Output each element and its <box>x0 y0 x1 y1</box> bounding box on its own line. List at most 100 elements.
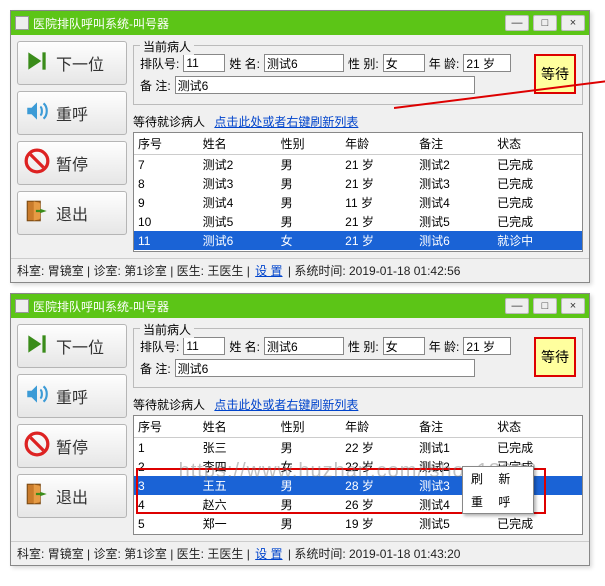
maximize-button[interactable]: □ <box>533 298 557 314</box>
waiting-label: 等待就诊病人 <box>133 115 205 129</box>
table-row[interactable]: 9测试4男11 岁测试4已完成 <box>134 193 582 212</box>
col-header[interactable]: 年龄 <box>341 416 415 438</box>
exit-button[interactable]: 退出 <box>17 474 127 518</box>
next-button[interactable]: 下一位 <box>17 324 127 368</box>
maximize-button[interactable]: □ <box>533 15 557 31</box>
col-header[interactable]: 序号 <box>134 133 199 155</box>
dept-label: 科室: <box>17 264 44 278</box>
table-row[interactable]: 6测试1男21 岁测试6已完成 <box>134 533 582 535</box>
age-field[interactable] <box>463 54 511 72</box>
close-button[interactable]: × <box>561 298 585 314</box>
next-icon <box>24 48 50 79</box>
context-menu-item[interactable]: 重 呼 <box>463 490 533 513</box>
sex-label: 性 别: <box>348 338 379 355</box>
next-button[interactable]: 下一位 <box>17 41 127 85</box>
doctor-value: 王医生 <box>207 264 243 278</box>
time-value: 2019-01-18 01:42:56 <box>349 264 460 278</box>
speaker-icon <box>24 381 50 412</box>
time-value: 2019-01-18 01:43:20 <box>349 547 460 561</box>
queue-field[interactable] <box>183 337 225 355</box>
minimize-button[interactable]: — <box>505 298 529 314</box>
settings-link[interactable]: 设 置 <box>255 547 282 561</box>
app-icon <box>15 299 29 313</box>
age-label: 年 龄: <box>429 338 460 355</box>
name-label: 姓 名: <box>229 338 260 355</box>
col-header[interactable]: 姓名 <box>199 133 277 155</box>
table-row[interactable]: 1张三男22 岁测试1已完成 <box>134 438 582 458</box>
dept-label: 科室: <box>17 547 44 561</box>
titlebar[interactable]: 医院排队呼叫系统-叫号器 — □ × <box>11 11 589 35</box>
col-header[interactable]: 性别 <box>277 416 342 438</box>
name-field[interactable] <box>264 54 344 72</box>
status-bar: 科室: 胃镜室 | 诊室: 第1诊室 | 医生: 王医生 | 设 置 | 系统时… <box>11 258 589 282</box>
dept-value: 胃镜室 <box>48 547 84 561</box>
col-header[interactable]: 序号 <box>134 416 199 438</box>
patient-table[interactable]: 序号姓名性别年龄备注状态 1张三男22 岁测试1已完成2李四女22 岁测试2已完… <box>133 415 583 535</box>
age-field[interactable] <box>463 337 511 355</box>
table-row[interactable]: 8测试3男21 岁测试3已完成 <box>134 174 582 193</box>
replay-button[interactable]: 重呼 <box>17 91 127 135</box>
patient-table[interactable]: 序号姓名性别年龄备注状态 7测试2男21 岁测试2已完成8测试3男21 岁测试3… <box>133 132 583 252</box>
wait-button[interactable]: 等待 <box>534 54 576 94</box>
note-label: 备 注: <box>140 77 171 94</box>
queue-label: 排队号: <box>140 338 179 355</box>
queue-label: 排队号: <box>140 55 179 72</box>
group-legend: 当前病人 <box>140 38 194 55</box>
room-value: 第1诊室 <box>124 547 167 561</box>
col-header[interactable]: 年龄 <box>341 133 415 155</box>
room-value: 第1诊室 <box>124 264 167 278</box>
current-patient-group: 当前病人 排队号: 姓 名: 性 别: 年 龄: <box>133 45 583 105</box>
col-header[interactable]: 备注 <box>415 416 493 438</box>
wait-button[interactable]: 等待 <box>534 337 576 377</box>
replay-button[interactable]: 重呼 <box>17 374 127 418</box>
time-label: 系统时间: <box>294 547 345 561</box>
pause-button[interactable]: 暂停 <box>17 141 127 185</box>
minimize-button[interactable]: — <box>505 15 529 31</box>
time-label: 系统时间: <box>294 264 345 278</box>
doctor-label: 医生: <box>177 547 204 561</box>
window-title: 医院排队呼叫系统-叫号器 <box>33 298 505 315</box>
current-patient-group: 当前病人 排队号: 姓 名: 性 别: 年 龄: <box>133 328 583 388</box>
name-label: 姓 名: <box>229 55 260 72</box>
settings-link[interactable]: 设 置 <box>255 264 282 278</box>
age-label: 年 龄: <box>429 55 460 72</box>
app-window: 医院排队呼叫系统-叫号器 — □ × 下一位 重呼 暂停 退出 当前病人 <box>10 293 590 566</box>
exit-button[interactable]: 退出 <box>17 191 127 235</box>
table-row[interactable]: 12测试7男21 岁测试7等待中 <box>134 250 582 252</box>
sex-field[interactable] <box>383 54 425 72</box>
note-field[interactable] <box>175 359 475 377</box>
status-bar: 科室: 胃镜室 | 诊室: 第1诊室 | 医生: 王医生 | 设 置 | 系统时… <box>11 541 589 565</box>
col-header[interactable]: 性别 <box>277 133 342 155</box>
forbidden-icon <box>24 431 50 462</box>
refresh-link[interactable]: 点击此处或者右键刷新列表 <box>214 398 358 412</box>
note-label: 备 注: <box>140 360 171 377</box>
queue-field[interactable] <box>183 54 225 72</box>
speaker-icon <box>24 98 50 129</box>
app-window: 医院排队呼叫系统-叫号器 — □ × 下一位 重呼 暂停 退出 当前病人 <box>10 10 590 283</box>
note-field[interactable] <box>175 76 475 94</box>
sex-field[interactable] <box>383 337 425 355</box>
waiting-label: 等待就诊病人 <box>133 398 205 412</box>
context-menu: 刷 新重 呼 <box>462 466 534 514</box>
name-field[interactable] <box>264 337 344 355</box>
close-button[interactable]: × <box>561 15 585 31</box>
table-row[interactable]: 11测试6女21 岁测试6就诊中 <box>134 231 582 250</box>
col-header[interactable]: 状态 <box>493 133 582 155</box>
sidebar: 下一位 重呼 暂停 退出 <box>17 324 127 535</box>
col-header[interactable]: 备注 <box>415 133 493 155</box>
refresh-link[interactable]: 点击此处或者右键刷新列表 <box>214 115 358 129</box>
forbidden-icon <box>24 148 50 179</box>
col-header[interactable]: 状态 <box>493 416 582 438</box>
context-menu-item[interactable]: 刷 新 <box>463 467 533 490</box>
app-icon <box>15 16 29 30</box>
col-header[interactable]: 姓名 <box>199 416 277 438</box>
table-row[interactable]: 7测试2男21 岁测试2已完成 <box>134 155 582 175</box>
exit-icon <box>24 481 50 512</box>
group-legend: 当前病人 <box>140 321 194 338</box>
table-row[interactable]: 10测试5男21 岁测试5已完成 <box>134 212 582 231</box>
pause-button[interactable]: 暂停 <box>17 424 127 468</box>
table-row[interactable]: 5郑一男19 岁测试5已完成 <box>134 514 582 533</box>
titlebar[interactable]: 医院排队呼叫系统-叫号器 — □ × <box>11 294 589 318</box>
window-title: 医院排队呼叫系统-叫号器 <box>33 15 505 32</box>
sex-label: 性 别: <box>348 55 379 72</box>
